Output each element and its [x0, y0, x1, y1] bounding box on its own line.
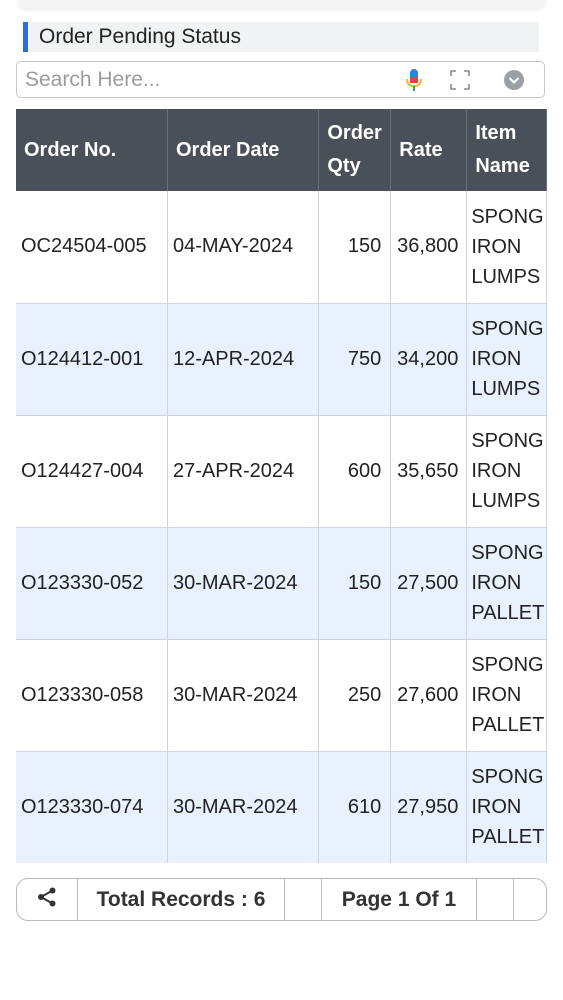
page-indicator: Page 1 Of 1	[322, 879, 477, 920]
chevron-down-icon[interactable]	[496, 62, 532, 98]
total-records-label: Total Records : 6	[78, 879, 285, 920]
fullscreen-icon[interactable]	[442, 62, 478, 98]
page-title: Order Pending Status	[39, 25, 241, 48]
order-no-cell: O123330-074	[16, 751, 168, 863]
table-row[interactable]: O124412-001 12-APR-2024 750 34,200 SPONG…	[16, 303, 547, 416]
order-no-cell: O123330-052	[16, 527, 168, 640]
table-header-row: Order No. Order Date Order Qty Rate Item…	[16, 109, 547, 191]
rate-cell: 27,500	[390, 527, 468, 640]
previous-page-button[interactable]	[285, 879, 322, 920]
table-row[interactable]: O123330-058 30-MAR-2024 250 27,600 SPONG…	[16, 639, 547, 752]
rate-cell: 27,950	[390, 751, 468, 863]
next-page-button[interactable]	[477, 879, 514, 920]
item-name-cell: SPONG IRON PALLET	[466, 751, 547, 863]
table-row[interactable]: OC24504-005 04-MAY-2024 150 36,800 SPONG…	[16, 191, 547, 304]
column-header-rate[interactable]: Rate	[390, 109, 468, 191]
order-date-cell: 04-MAY-2024	[167, 191, 320, 304]
order-no-cell: O124412-001	[16, 303, 168, 416]
order-date-cell: 30-MAR-2024	[167, 527, 320, 640]
rate-cell: 34,200	[390, 303, 468, 416]
order-no-cell: O123330-058	[16, 639, 168, 752]
rate-cell: 27,600	[390, 639, 468, 752]
order-qty-cell: 600	[318, 415, 392, 528]
order-date-cell: 30-MAR-2024	[167, 639, 320, 752]
mic-icon[interactable]	[396, 62, 432, 98]
column-header-order-date[interactable]: Order Date	[167, 109, 320, 191]
order-date-cell: 12-APR-2024	[167, 303, 320, 416]
order-qty-cell: 150	[318, 191, 392, 304]
order-date-cell: 27-APR-2024	[167, 415, 320, 528]
title-accent-bar	[23, 22, 28, 52]
column-header-order-no[interactable]: Order No.	[16, 109, 168, 191]
pagination-bar: Total Records : 6 Page 1 Of 1	[16, 878, 547, 921]
table-row[interactable]: O124427-004 27-APR-2024 600 35,650 SPONG…	[16, 415, 547, 528]
order-no-cell: O124427-004	[16, 415, 168, 528]
column-header-item-name[interactable]: Item Name	[466, 109, 547, 191]
item-name-cell: SPONG IRON LUMPS	[466, 191, 547, 304]
item-name-cell: SPONG IRON LUMPS	[466, 415, 547, 528]
top-card-edge	[18, 0, 546, 8]
order-date-cell: 30-MAR-2024	[167, 751, 320, 863]
rate-cell: 36,800	[390, 191, 468, 304]
share-button[interactable]	[17, 879, 78, 920]
orders-table: Order No. Order Date Order Qty Rate Item…	[16, 109, 547, 863]
item-name-cell: SPONG IRON PALLET	[466, 527, 547, 640]
order-qty-cell: 750	[318, 303, 392, 416]
item-name-cell: SPONG IRON LUMPS	[466, 303, 547, 416]
order-qty-cell: 250	[318, 639, 392, 752]
table-row[interactable]: O123330-052 30-MAR-2024 150 27,500 SPONG…	[16, 527, 547, 640]
order-no-cell: OC24504-005	[16, 191, 168, 304]
order-qty-cell: 610	[318, 751, 392, 863]
table-row[interactable]: O123330-074 30-MAR-2024 610 27,950 SPONG…	[16, 751, 547, 863]
share-icon	[36, 886, 58, 913]
order-qty-cell: 150	[318, 527, 392, 640]
section-header: Order Pending Status	[23, 22, 539, 52]
search-input[interactable]	[17, 62, 396, 97]
item-name-cell: SPONG IRON PALLET	[466, 639, 547, 752]
orders-grid: Order No. Order Date Order Qty Rate Item…	[16, 109, 547, 863]
rate-cell: 35,650	[390, 415, 468, 528]
column-header-order-qty[interactable]: Order Qty	[318, 109, 392, 191]
search-bar	[16, 61, 545, 98]
last-page-button[interactable]	[514, 879, 546, 920]
